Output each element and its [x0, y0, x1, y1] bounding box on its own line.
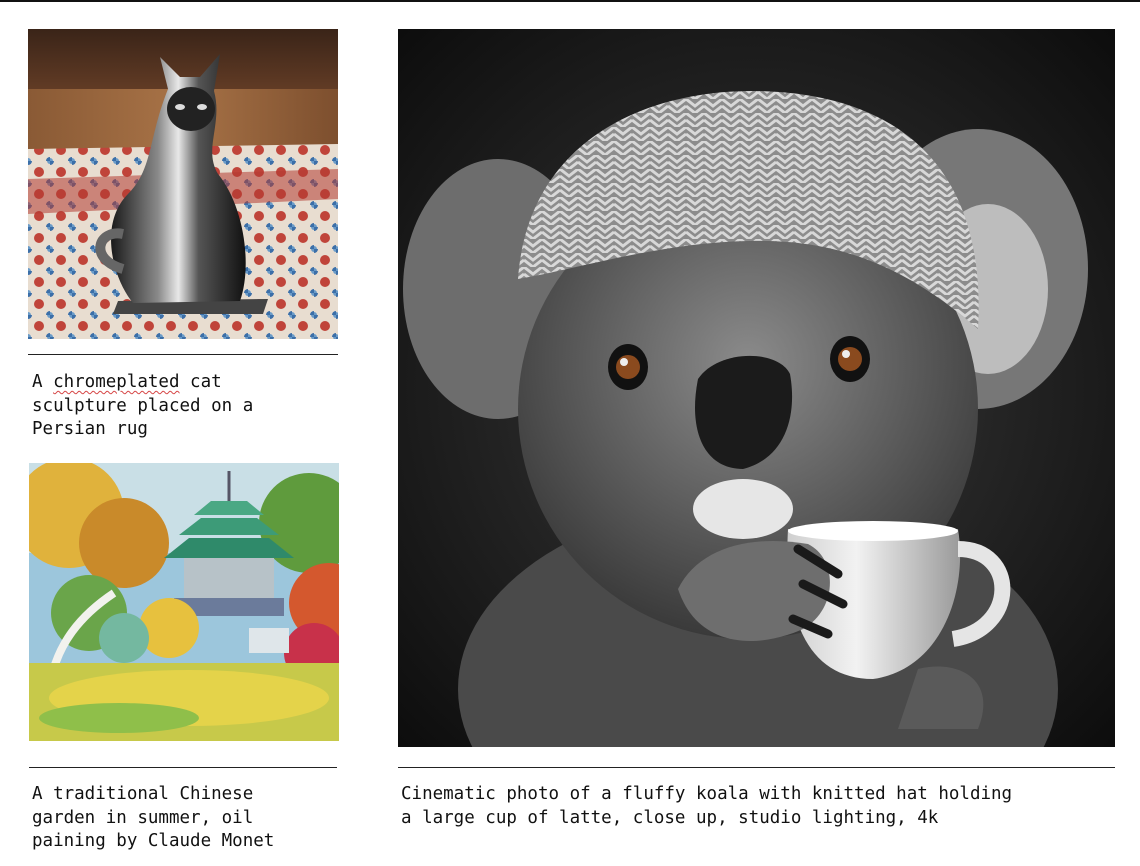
cat-caption-rule	[28, 354, 338, 355]
chinese-garden-image	[29, 463, 339, 741]
cat-sculpture-image	[28, 29, 338, 339]
garden-caption: A traditional Chinese garden in summer, …	[32, 784, 275, 851]
spellcheck-flagged-word: chromeplated	[53, 372, 180, 392]
koala-photo	[398, 29, 1115, 747]
koala-caption: Cinematic photo of a fluffy koala with k…	[401, 784, 1013, 828]
cat-caption: A chromeplated cat sculpture placed on a…	[32, 371, 332, 442]
garden-caption-rule	[29, 767, 337, 768]
top-border	[0, 0, 1140, 2]
cat-caption-start: A	[32, 372, 54, 392]
koala-caption-rule	[398, 767, 1115, 768]
